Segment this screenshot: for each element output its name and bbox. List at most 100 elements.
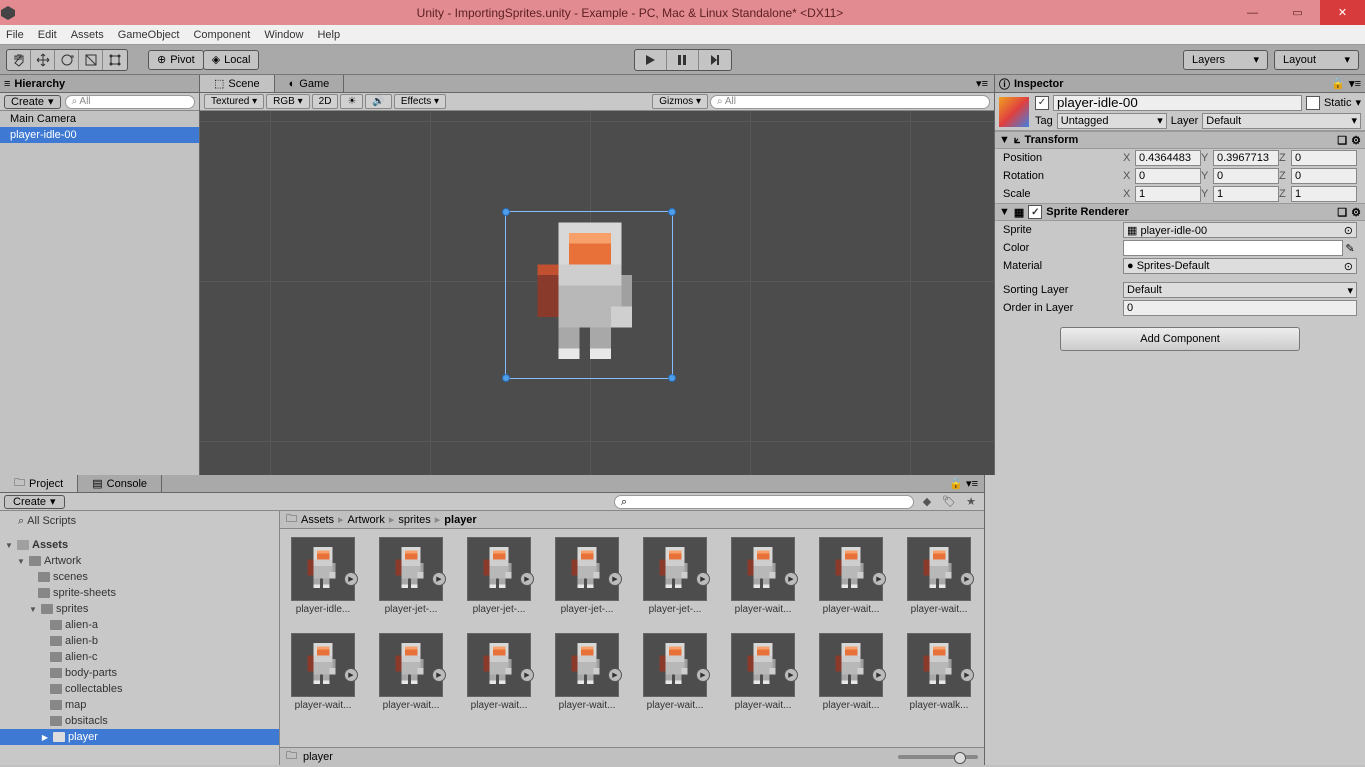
tab-game[interactable]: ◐Game — [275, 75, 345, 92]
scale-tool[interactable] — [79, 50, 103, 70]
minimize-button[interactable]: — — [1230, 0, 1275, 25]
step-button[interactable] — [699, 50, 731, 70]
filter-label-icon[interactable]: 🏷 — [940, 495, 958, 508]
transform-header[interactable]: ▼ ⟀ Transform❏ ⚙ — [995, 131, 1365, 149]
tree-item[interactable]: obsitacls — [0, 713, 279, 729]
breadcrumb-item[interactable]: sprites — [398, 514, 430, 526]
expand-icon[interactable]: ▶ — [608, 668, 622, 682]
tree-item-selected[interactable]: ▶player — [0, 729, 279, 745]
gear-icon[interactable]: ⚙ — [1351, 134, 1361, 147]
panel-menu-icon[interactable]: 🔒 ▾≡ — [943, 475, 984, 492]
asset-grid[interactable]: ▶player-idle... ▶player-jet-... ▶player-je… — [280, 529, 984, 747]
pivot-toggle[interactable]: ⊕Pivot — [148, 50, 204, 70]
tree-item-assets[interactable]: ▼Assets — [0, 537, 279, 553]
asset-item[interactable]: ▶player-wait... — [728, 633, 798, 711]
component-enable-checkbox[interactable] — [1028, 205, 1042, 219]
order-field[interactable] — [1123, 300, 1357, 316]
scale-x-field[interactable] — [1135, 186, 1201, 202]
close-button[interactable]: ✕ — [1320, 0, 1365, 25]
expand-icon[interactable]: ▶ — [520, 572, 534, 586]
sprite-field[interactable]: ▦ player-idle-00⊙ — [1123, 222, 1357, 238]
rect-tool[interactable] — [103, 50, 127, 70]
color-field[interactable] — [1123, 240, 1343, 256]
sorting-layer-dropdown[interactable]: Default▾ — [1123, 282, 1357, 298]
asset-item[interactable]: ▶player-wait... — [464, 633, 534, 711]
layer-dropdown[interactable]: Default▾ — [1202, 113, 1361, 129]
project-search[interactable]: ⌕ — [614, 495, 914, 509]
create-dropdown[interactable]: Create ▾ — [4, 495, 65, 509]
hand-tool[interactable] — [7, 50, 31, 70]
asset-item[interactable]: ▶player-idle... — [288, 537, 358, 615]
asset-item[interactable]: ▶player-jet-... — [464, 537, 534, 615]
breadcrumb-item[interactable]: Artwork — [348, 514, 385, 526]
expand-icon[interactable]: ▶ — [432, 668, 446, 682]
hierarchy-item[interactable]: player-idle-00 — [0, 127, 199, 143]
expand-icon[interactable]: ▶ — [344, 572, 358, 586]
chevron-down-icon[interactable]: ▾ — [1355, 96, 1361, 109]
expand-icon[interactable]: ▶ — [344, 668, 358, 682]
gizmos-dropdown[interactable]: Gizmos ▾ — [652, 94, 708, 109]
eyedropper-icon[interactable]: ✎ — [1343, 242, 1357, 255]
gear-icon[interactable]: ⚙ — [1351, 206, 1361, 219]
asset-item[interactable]: ▶player-wait... — [816, 633, 886, 711]
pos-x-field[interactable] — [1135, 150, 1201, 166]
object-picker-icon[interactable]: ⊙ — [1344, 224, 1353, 237]
rot-x-field[interactable] — [1135, 168, 1201, 184]
scene-canvas[interactable] — [200, 111, 994, 475]
spriterenderer-header[interactable]: ▼ ▦ Sprite Renderer❏ ⚙ — [995, 203, 1365, 221]
shade-dropdown[interactable]: Textured ▾ — [204, 94, 264, 109]
object-picker-icon[interactable]: ⊙ — [1344, 260, 1353, 273]
expand-icon[interactable]: ▶ — [872, 668, 886, 682]
layout-dropdown[interactable]: Layout▾ — [1274, 50, 1359, 70]
tree-item[interactable]: ⌕All Scripts — [0, 513, 279, 529]
expand-icon[interactable]: ▶ — [520, 668, 534, 682]
lock-icon[interactable]: 🔒 — [1331, 77, 1345, 90]
add-component-button[interactable]: Add Component — [1060, 327, 1300, 351]
asset-item[interactable]: ▶player-jet-... — [376, 537, 446, 615]
filter-type-icon[interactable]: ◆ — [918, 495, 936, 508]
pause-button[interactable] — [667, 50, 699, 70]
tab-project[interactable]: 🗀Project — [0, 475, 78, 492]
selection-box[interactable] — [505, 211, 673, 379]
tree-item[interactable]: map — [0, 697, 279, 713]
asset-item[interactable]: ▶player-jet-... — [552, 537, 622, 615]
folder-tree[interactable]: ⌕All Scripts ▼Assets ▼Artwork scenes spr… — [0, 511, 280, 765]
tab-console[interactable]: ▤Console — [78, 475, 162, 492]
maximize-button[interactable]: ▭ — [1275, 0, 1320, 25]
rot-z-field[interactable] — [1291, 168, 1357, 184]
mode-2d-toggle[interactable]: 2D — [312, 94, 339, 109]
move-tool[interactable] — [31, 50, 55, 70]
pos-z-field[interactable] — [1291, 150, 1357, 166]
gameobject-name-field[interactable] — [1053, 95, 1302, 111]
help-icon[interactable]: ❏ — [1337, 134, 1347, 147]
favorite-icon[interactable]: ★ — [962, 495, 980, 508]
rot-y-field[interactable] — [1213, 168, 1279, 184]
scale-y-field[interactable] — [1213, 186, 1279, 202]
menu-component[interactable]: Component — [193, 29, 250, 41]
asset-item[interactable]: ▶player-wait... — [552, 633, 622, 711]
thumbnail-size-slider[interactable] — [898, 755, 978, 759]
menu-help[interactable]: Help — [317, 29, 340, 41]
panel-menu-icon[interactable]: ▾≡ — [1349, 77, 1361, 90]
asset-item[interactable]: ▶player-walk... — [904, 633, 974, 711]
asset-item[interactable]: ▶player-wait... — [288, 633, 358, 711]
expand-icon[interactable]: ▶ — [784, 572, 798, 586]
menu-window[interactable]: Window — [264, 29, 303, 41]
expand-icon[interactable]: ▶ — [696, 668, 710, 682]
rgb-dropdown[interactable]: RGB ▾ — [266, 94, 309, 109]
tag-dropdown[interactable]: Untagged▾ — [1057, 113, 1167, 129]
tab-scene[interactable]: ⬚Scene — [200, 75, 275, 92]
tree-item[interactable]: ▼sprites — [0, 601, 279, 617]
asset-item[interactable]: ▶player-wait... — [904, 537, 974, 615]
local-toggle[interactable]: ◈Local — [203, 50, 260, 70]
tree-item[interactable]: alien-a — [0, 617, 279, 633]
help-icon[interactable]: ❏ — [1337, 206, 1347, 219]
menu-edit[interactable]: Edit — [38, 29, 57, 41]
layers-dropdown[interactable]: Layers▾ — [1183, 50, 1268, 70]
asset-item[interactable]: ▶player-wait... — [376, 633, 446, 711]
hierarchy-list[interactable]: Main Camera player-idle-00 — [0, 111, 199, 475]
tree-item[interactable]: alien-c — [0, 649, 279, 665]
menu-file[interactable]: File — [6, 29, 24, 41]
scale-z-field[interactable] — [1291, 186, 1357, 202]
tree-item[interactable]: collectables — [0, 681, 279, 697]
